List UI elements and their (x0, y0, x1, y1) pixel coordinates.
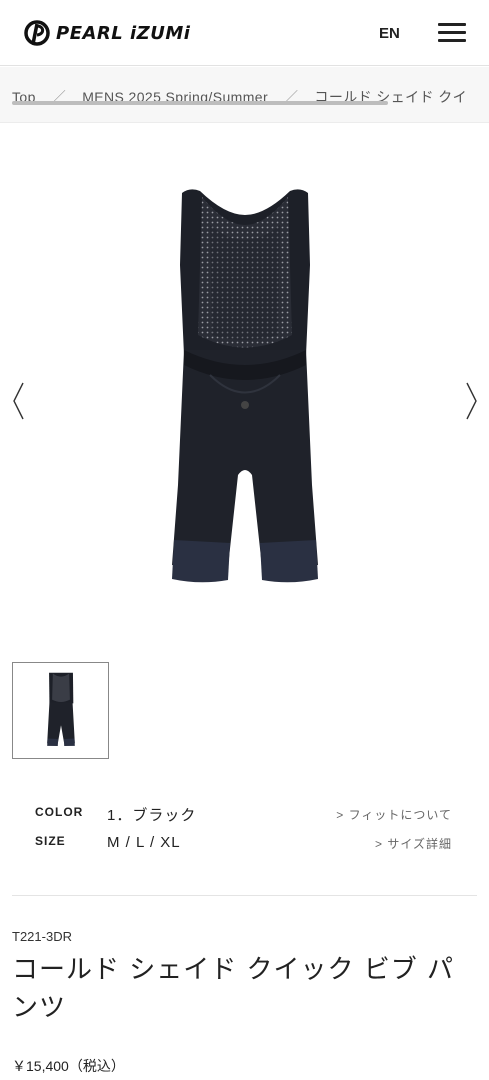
menu-icon-bar (438, 23, 466, 26)
language-switch[interactable]: EN (379, 25, 400, 42)
chevron-left-icon[interactable] (8, 379, 30, 423)
size-label: SIZE (35, 834, 66, 848)
brand-logo[interactable]: PEARL iZUMi (24, 20, 190, 46)
size-detail-link[interactable]: > サイズ詳細 (330, 835, 452, 852)
product-title: コールド シェイド クイック ビブ パンツ (12, 955, 455, 1023)
product-image (172, 189, 318, 583)
product-sku: T221-3DR (12, 929, 72, 944)
size-value: M / L / XL (107, 834, 181, 851)
menu-icon-bar (438, 39, 466, 42)
site-header: PEARL iZUMi EN (0, 0, 489, 66)
breadcrumb: Top ／ MENS 2025 Spring/Summer ／ コールド シェイ… (0, 67, 489, 123)
menu-icon-bar (438, 31, 466, 34)
product-thumbnail[interactable] (12, 662, 109, 759)
chevron-right-icon[interactable] (460, 379, 482, 423)
breadcrumb-scrollbar[interactable] (12, 101, 388, 105)
hamburger-menu-button[interactable] (438, 23, 468, 45)
brand-name: PEARL iZUMi (56, 22, 191, 44)
product-price: ￥15,400（税込） (12, 1058, 125, 1074)
product-gallery (0, 123, 489, 653)
brand-logo-icon (24, 20, 50, 46)
thumbnail-image (47, 672, 75, 747)
fit-info-link[interactable]: > フィットについて (330, 806, 452, 823)
color-value: 1．ブラック (107, 807, 197, 824)
color-label: COLOR (35, 805, 84, 819)
section-divider (12, 895, 477, 896)
